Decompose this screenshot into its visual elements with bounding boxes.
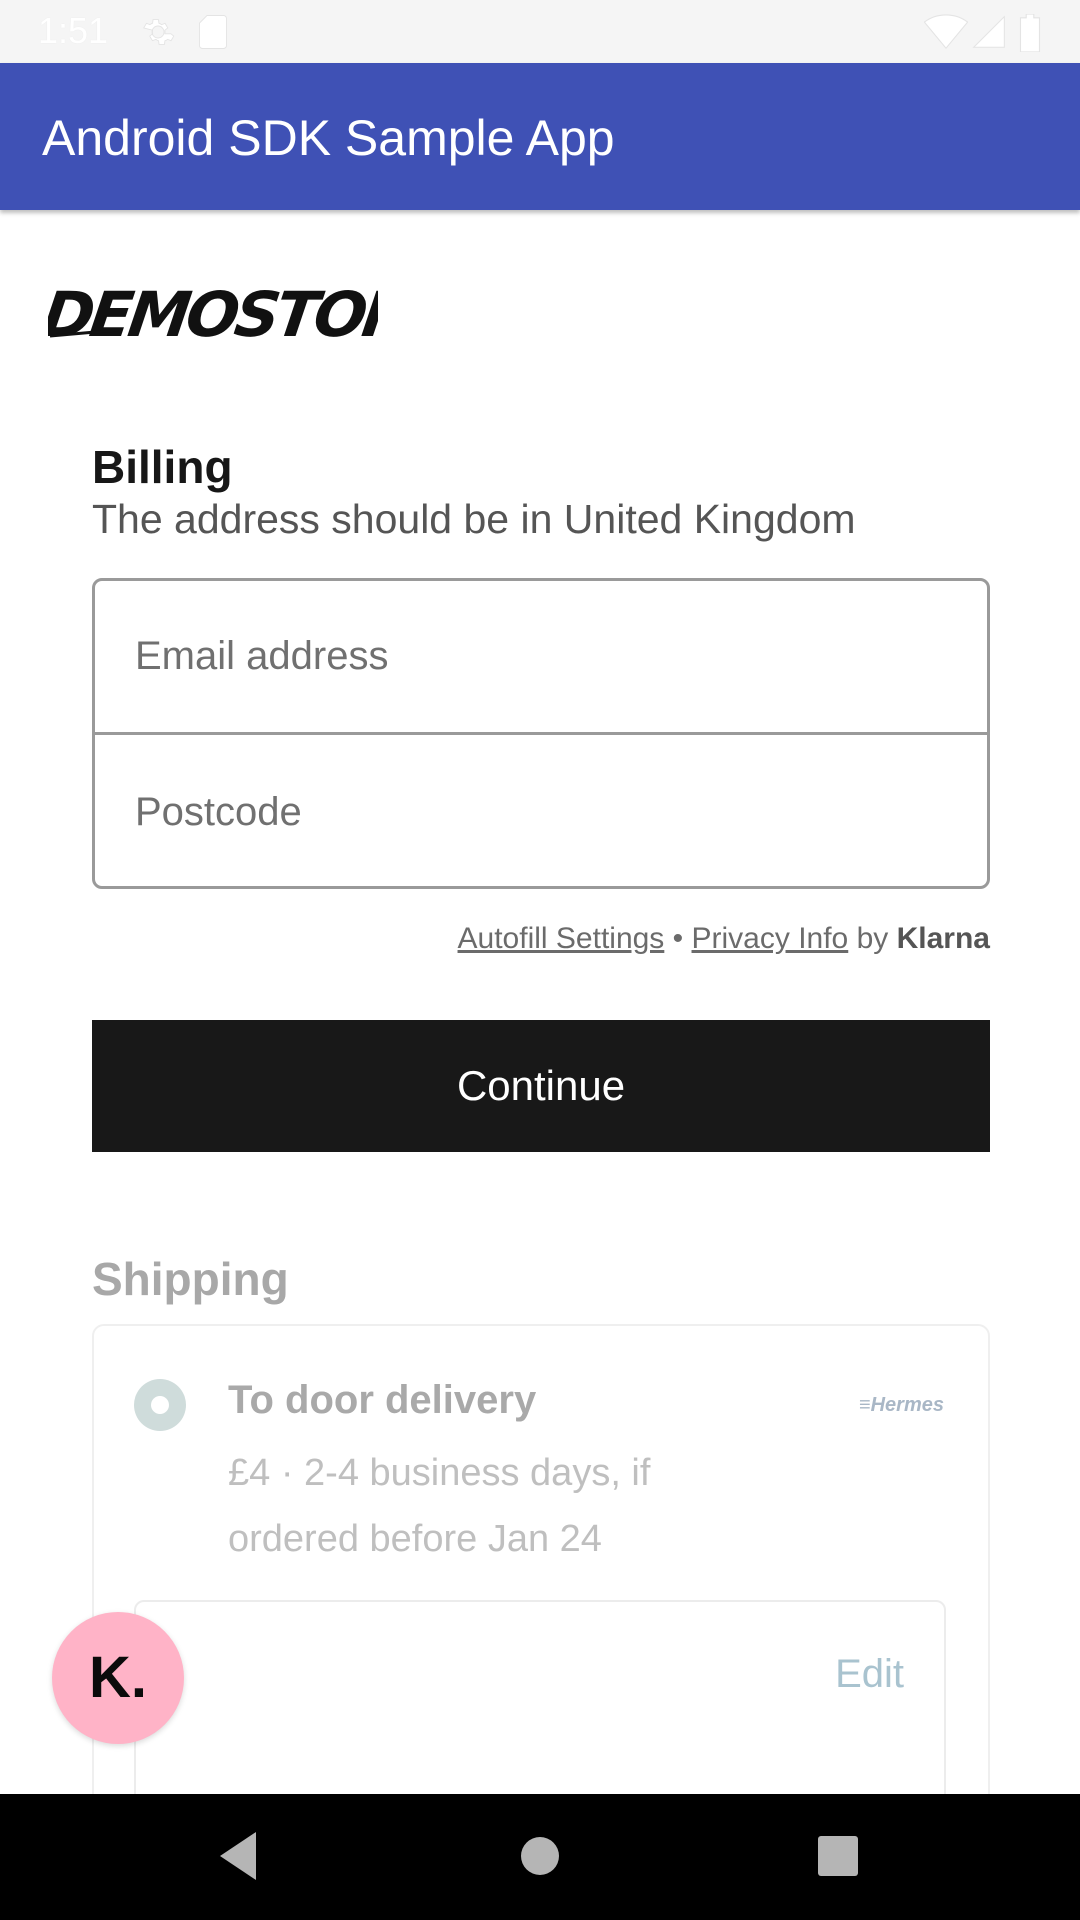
demostore-logo: DEMOSTORE	[48, 278, 378, 351]
continue-button[interactable]: Continue	[92, 1020, 990, 1152]
email-field[interactable]	[95, 581, 987, 732]
recents-icon[interactable]	[812, 1828, 864, 1887]
battery-icon	[1019, 14, 1041, 52]
shipping-option-detail: £4 · 2-4 business days, if ordered befor…	[228, 1452, 651, 1560]
email-field-container	[95, 581, 987, 735]
shipping-option-card[interactable]: To door delivery £4 · 2-4 business days,…	[92, 1324, 990, 1840]
shipping-option-title: To door delivery	[228, 1378, 537, 1422]
carrier-name: Hermes	[870, 1394, 944, 1416]
sd-card-icon	[199, 15, 227, 49]
autofill-settings-link[interactable]: Autofill Settings	[458, 922, 665, 955]
postcode-field[interactable]	[95, 735, 987, 886]
postcode-field-container	[95, 735, 987, 886]
klarna-links: Autofill Settings • Privacy Info by Klar…	[458, 922, 990, 956]
app-title: Android SDK Sample App	[42, 110, 615, 166]
status-bar: 1:51	[0, 0, 1080, 63]
status-time: 1:51	[38, 10, 109, 51]
wifi-icon	[924, 14, 968, 50]
svg-text:DEMOSTORE: DEMOSTORE	[48, 278, 378, 351]
signal-icon	[972, 15, 1005, 48]
privacy-info-link[interactable]: Privacy Info	[692, 922, 849, 955]
billing-heading: Billing	[92, 441, 233, 493]
hermes-logo: ≡Hermes	[859, 1394, 944, 1417]
billing-subtitle: The address should be in United Kingdom	[92, 496, 856, 542]
navigation-bar	[0, 1794, 1080, 1920]
billing-form	[92, 578, 990, 889]
by-label: by	[856, 922, 889, 955]
edit-link[interactable]: Edit	[835, 1652, 904, 1697]
back-icon[interactable]	[214, 1828, 264, 1887]
shipping-heading: Shipping	[92, 1253, 289, 1305]
app-bar: Android SDK Sample App	[0, 63, 1080, 210]
home-icon[interactable]	[514, 1828, 566, 1887]
klarna-fab-button[interactable]: K.	[52, 1612, 184, 1744]
shipping-radio[interactable]	[134, 1379, 186, 1431]
link-separator: •	[672, 922, 684, 955]
carrier-lines-icon: ≡	[858, 1394, 871, 1416]
settings-icon	[143, 19, 175, 45]
klarna-brand: Klarna	[896, 922, 990, 955]
